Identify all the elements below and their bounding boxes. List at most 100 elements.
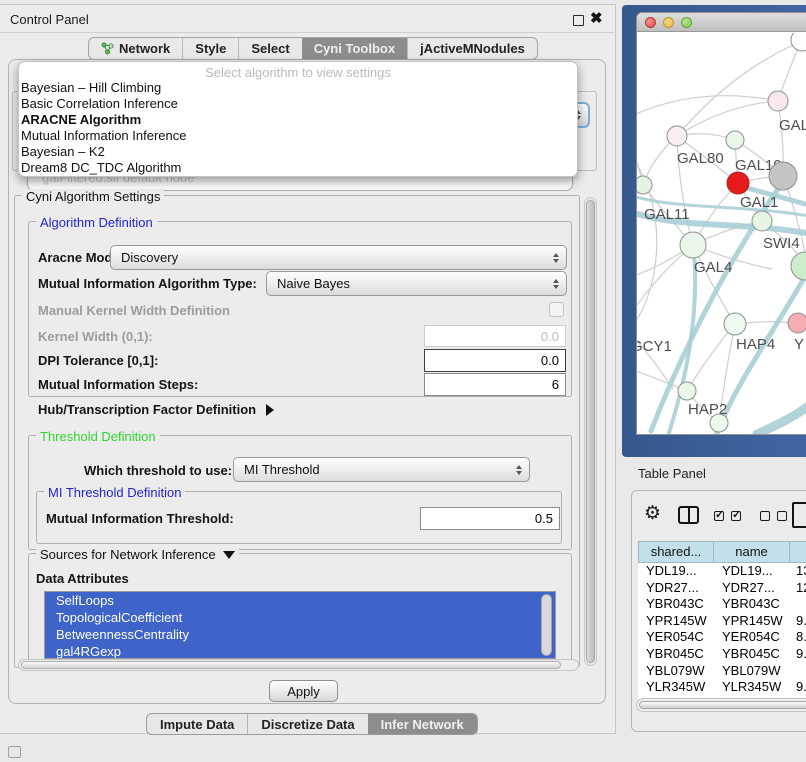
network-node-swi4[interactable]	[791, 252, 806, 280]
algorithm-options-list: Bayesian – Hill ClimbingBasic Correlatio…	[19, 80, 577, 176]
table-cell	[791, 663, 806, 680]
combo-stepper-icon	[553, 253, 559, 263]
network-edge-highlighted[interactable]	[757, 401, 806, 434]
tab-discretize-data[interactable]: Discretize Data	[247, 714, 367, 734]
settings-horizontal-scrollbar[interactable]	[18, 659, 579, 671]
mi-threshold-field[interactable]	[420, 507, 560, 530]
which-threshold-label: Which threshold to use:	[84, 463, 232, 478]
table-horizontal-scrollbar[interactable]	[636, 698, 806, 712]
column-header-name[interactable]: name	[713, 541, 790, 563]
aracne-mode-combobox[interactable]: Discovery	[110, 245, 567, 270]
network-edge[interactable]	[637, 326, 673, 389]
table-cell: 12	[791, 580, 806, 597]
minimize-window-icon[interactable]	[663, 17, 674, 28]
table-row[interactable]: YBR045CYBR045C9.	[638, 646, 806, 663]
network-node-hap4[interactable]	[724, 313, 746, 335]
deselect-all-icon[interactable]	[777, 511, 787, 521]
mi-threshold-definition-title: MI Threshold Definition	[44, 485, 185, 500]
close-panel-icon[interactable]: ✖	[590, 9, 603, 27]
mi-type-label: Mutual Information Algorithm Type:	[38, 276, 257, 291]
attribute-item-betweennesscentrality[interactable]: BetweennessCentrality	[45, 626, 555, 643]
table-cell: YLR345W	[714, 679, 791, 696]
data-attributes-list[interactable]: SelfLoopsTopologicalCoefficientBetweenne…	[44, 591, 556, 659]
table-cell: 9.	[791, 613, 806, 630]
scrollbar-thumb[interactable]	[21, 661, 561, 669]
network-node-gal80[interactable]	[667, 126, 687, 146]
network-node-gal4[interactable]	[680, 232, 706, 258]
tab-infer-network[interactable]: Infer Network	[368, 714, 477, 734]
select-all-icon[interactable]	[731, 511, 741, 521]
algorithm-option-bayesian-k2[interactable]: Bayesian – K2	[19, 144, 577, 160]
manual-kernel-label: Manual Kernel Width Definition	[38, 303, 230, 318]
tab-network[interactable]: Network	[89, 38, 182, 59]
hub-definition-expander[interactable]: Hub/Transcription Factor Definition	[38, 402, 274, 417]
network-node[interactable]	[727, 172, 749, 194]
tab-cyni-toolbox[interactable]: Cyni Toolbox	[302, 38, 407, 59]
scrollbar-thumb[interactable]	[639, 701, 806, 709]
attribute-item-gal4rgexp[interactable]: gal4RGexp	[45, 643, 555, 659]
network-view-frame: GALGAL80GAL10GAL11GAL1SWI4GAL4GCY1HAP4YH…	[622, 5, 806, 457]
new-table-icon[interactable]	[792, 502, 806, 528]
table-cell: YBL079W	[714, 663, 791, 680]
manual-kernel-checkbox[interactable]	[549, 302, 564, 317]
network-node[interactable]	[710, 414, 728, 432]
network-node-gal[interactable]	[768, 91, 788, 111]
apply-button[interactable]: Apply	[269, 680, 338, 702]
tab-style[interactable]: Style	[182, 38, 238, 59]
mi-algorithm-type-combobox[interactable]: Naive Bayes	[266, 271, 567, 296]
kernel-width-field[interactable]	[424, 325, 566, 347]
network-node[interactable]	[769, 162, 797, 190]
table-row[interactable]: YBL079WYBL079W	[638, 663, 806, 680]
network-edge[interactable]	[637, 245, 693, 326]
network-node-gal11[interactable]	[637, 176, 652, 194]
scrollbar-thumb[interactable]	[586, 200, 595, 663]
mi-steps-field[interactable]	[424, 373, 566, 396]
column-header-a[interactable]: A	[789, 541, 806, 563]
float-panel-icon[interactable]	[573, 15, 584, 26]
network-canvas[interactable]: GALGAL80GAL10GAL11GAL1SWI4GAL4GCY1HAP4YH…	[637, 33, 806, 434]
attribute-item-topologicalcoefficient[interactable]: TopologicalCoefficient	[45, 609, 555, 626]
table-row[interactable]: YLR345WYLR345W9.	[638, 679, 806, 696]
combo-value: MI Threshold	[244, 462, 320, 477]
column-header-shared[interactable]: shared...	[638, 541, 714, 563]
attributes-scrollbar-thumb[interactable]	[541, 594, 552, 656]
table-row[interactable]: YER054CYER054C8.	[638, 629, 806, 646]
deselect-all-icon[interactable]	[760, 511, 770, 521]
tab-impute-data[interactable]: Impute Data	[147, 714, 247, 734]
algorithm-option-basic-correlation-inference[interactable]: Basic Correlation Inference	[19, 96, 577, 112]
which-threshold-combobox[interactable]: MI Threshold	[233, 457, 530, 482]
sources-expander[interactable]: Sources for Network Inference	[36, 547, 239, 562]
control-panel-tabbar: NetworkStyle Select Cyni ToolboxjActiveMNo…	[88, 37, 538, 60]
dpi-tolerance-label: DPI Tolerance [0,1]:	[38, 353, 158, 368]
table-cell: YBR045C	[638, 646, 714, 663]
algorithm-option-dream8-dc-tdc-algorithm[interactable]: Dream8 DC_TDC Algorithm	[19, 160, 577, 176]
settings-gear-icon[interactable]: ⚙	[644, 503, 661, 525]
network-edge-highlighted[interactable]	[717, 273, 806, 433]
network-node-y[interactable]	[788, 313, 806, 333]
combo-value: Naive Bayes	[277, 276, 350, 291]
algorithm-option-aracne-algorithm[interactable]: ARACNE Algorithm	[19, 112, 577, 128]
algorithm-option-mutual-information-inference[interactable]: Mutual Information Inference	[19, 128, 577, 144]
settings-vertical-scrollbar[interactable]	[584, 197, 597, 666]
network-node[interactable]	[791, 33, 806, 51]
algorithm-option-bayesian-hill-climbing[interactable]: Bayesian – Hill Climbing	[19, 80, 577, 96]
dpi-tolerance-field[interactable]	[424, 349, 566, 372]
table-row[interactable]: YBR043CYBR043C	[638, 596, 806, 613]
tab-select[interactable]: Select	[238, 38, 301, 59]
tab-jactivemnodules[interactable]: jActiveMNodules	[407, 38, 537, 59]
network-node-gal10[interactable]	[726, 131, 744, 149]
network-node-gal1[interactable]	[752, 211, 772, 231]
zoom-window-icon[interactable]	[681, 17, 692, 28]
docked-panel-icon[interactable]	[8, 746, 21, 758]
split-table-icon[interactable]	[678, 506, 699, 524]
table-row[interactable]: YDR27...YDR27...12	[638, 580, 806, 597]
table-row[interactable]: YPR145WYPR145W9.	[638, 613, 806, 630]
network-window-titlebar[interactable]	[637, 13, 806, 32]
table-row[interactable]: YDL19...YDL19...13	[638, 563, 806, 580]
select-all-icon[interactable]	[714, 511, 724, 521]
network-edge[interactable]	[637, 96, 778, 117]
tab-label: Select	[251, 41, 289, 56]
network-node-hap2[interactable]	[678, 382, 696, 400]
attribute-item-selfloops[interactable]: SelfLoops	[45, 592, 555, 609]
close-window-icon[interactable]	[645, 17, 656, 28]
